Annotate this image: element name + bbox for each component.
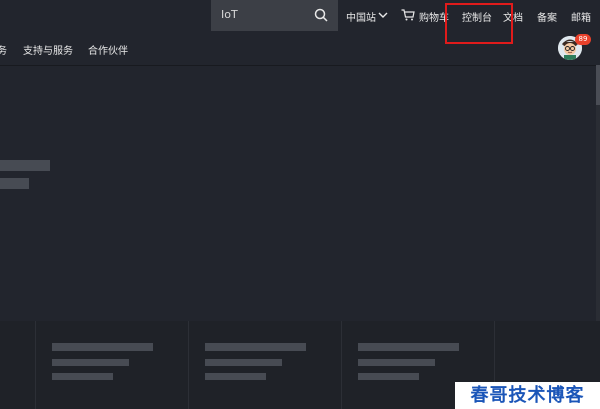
scrollbar-thumb[interactable] xyxy=(596,65,600,105)
card-title-placeholder xyxy=(205,343,306,351)
card-divider xyxy=(341,321,342,409)
card-divider xyxy=(188,321,189,409)
notification-badge: 89 xyxy=(575,34,591,45)
hero-subtitle-placeholder xyxy=(0,178,29,189)
card-divider xyxy=(35,321,36,409)
card-text-placeholder xyxy=(358,373,419,380)
watermark: 春哥技术博客 xyxy=(455,382,600,409)
card-title-placeholder xyxy=(358,343,459,351)
card-title-placeholder xyxy=(52,343,153,351)
card-text-placeholder xyxy=(52,373,113,380)
search-input[interactable]: IoT xyxy=(221,8,238,21)
chevron-down-icon[interactable] xyxy=(378,11,388,19)
mail-link[interactable]: 邮箱 xyxy=(571,9,591,24)
card-text-placeholder xyxy=(358,359,435,366)
search-icon[interactable] xyxy=(314,8,328,22)
search-box[interactable]: IoT xyxy=(211,0,338,31)
subnav-item-partners[interactable]: 合作伙伴 xyxy=(88,42,128,57)
subnav-item-support[interactable]: 支持与服务 xyxy=(23,42,73,57)
beian-link[interactable]: 备案 xyxy=(537,9,557,24)
region-selector[interactable]: 中国站 xyxy=(346,9,376,24)
card-text-placeholder xyxy=(52,359,129,366)
cart-icon[interactable] xyxy=(401,9,415,21)
card-text-placeholder xyxy=(205,359,282,366)
highlight-box xyxy=(445,3,513,44)
card-text-placeholder xyxy=(205,373,266,380)
subnav-item-truncated[interactable]: 务 xyxy=(0,42,7,57)
hero-title-placeholder xyxy=(0,160,50,171)
